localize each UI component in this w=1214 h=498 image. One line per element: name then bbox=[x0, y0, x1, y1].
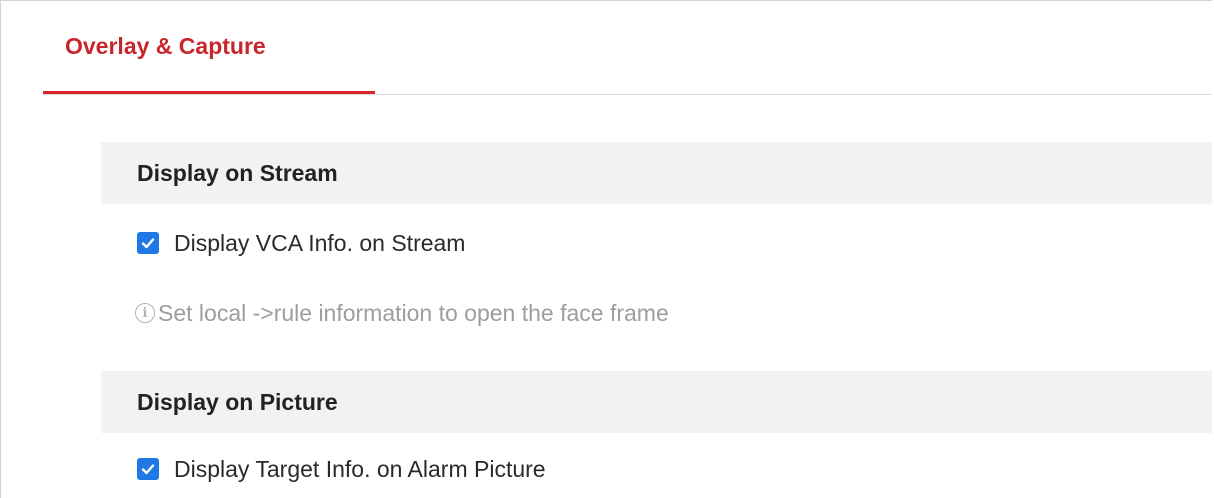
settings-panel: Overlay & Capture Display on Stream Disp… bbox=[0, 0, 1212, 498]
display-vca-info-checkbox[interactable] bbox=[137, 232, 159, 254]
display-target-info-checkbox[interactable] bbox=[137, 458, 159, 480]
info-icon: i bbox=[135, 303, 155, 323]
face-frame-hint: i Set local ->rule information to open t… bbox=[135, 298, 669, 328]
tab-label: Overlay & Capture bbox=[65, 33, 266, 59]
section-title: Display on Stream bbox=[137, 160, 338, 186]
tab-overlay-capture[interactable]: Overlay & Capture bbox=[43, 1, 375, 94]
section-header-picture: Display on Picture bbox=[101, 371, 1212, 433]
section-header-stream: Display on Stream bbox=[101, 142, 1212, 204]
checkmark-icon bbox=[141, 238, 155, 249]
checkmark-icon bbox=[141, 464, 155, 475]
checkbox-label: Display Target Info. on Alarm Picture bbox=[174, 455, 546, 482]
display-vca-info-checkbox-row[interactable]: Display VCA Info. on Stream bbox=[137, 228, 465, 258]
checkbox-label: Display VCA Info. on Stream bbox=[174, 229, 466, 256]
section-title: Display on Picture bbox=[137, 389, 338, 415]
display-target-info-checkbox-row[interactable]: Display Target Info. on Alarm Picture bbox=[137, 454, 546, 484]
hint-text: Set local ->rule information to open the… bbox=[158, 299, 669, 326]
tab-bar: Overlay & Capture bbox=[43, 1, 1212, 95]
